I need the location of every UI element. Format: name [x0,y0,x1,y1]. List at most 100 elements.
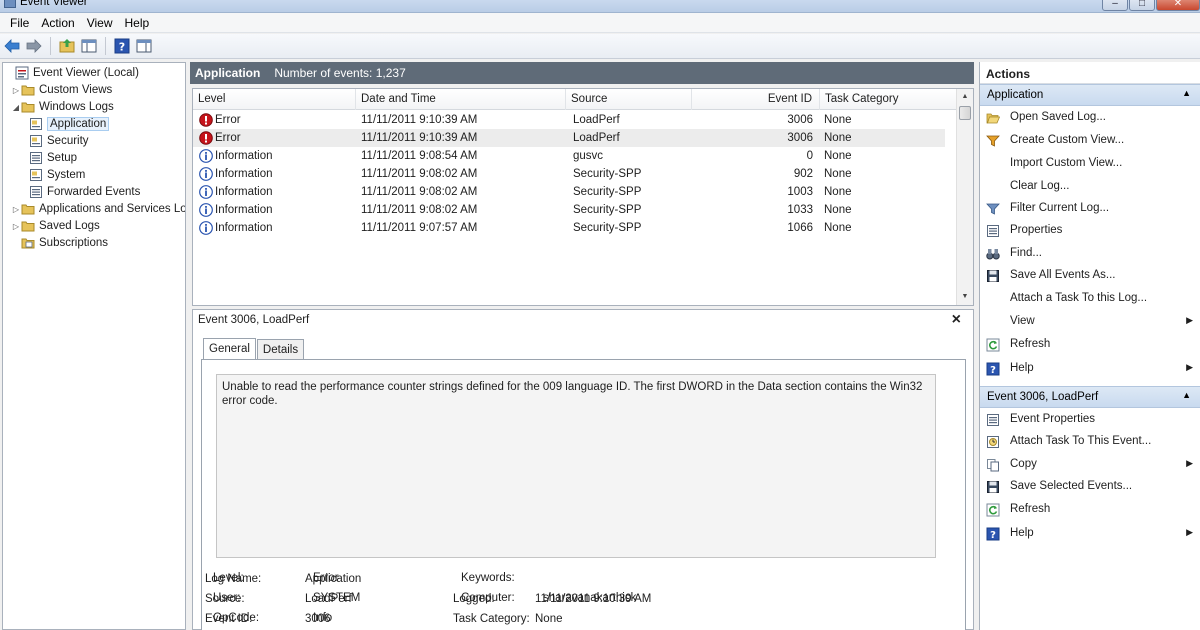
action-properties[interactable]: Properties [980,220,1200,242]
back-arrow-icon[interactable] [3,37,21,55]
table-row[interactable]: Error 11/11/2011 9:10:39 AM LoadPerf 300… [193,111,945,129]
prop-value-opcode: Info [313,612,333,624]
action-find[interactable]: Find... [980,243,1200,265]
help-icon[interactable]: ? [113,37,131,55]
tree-expander[interactable]: ▷ [11,222,21,231]
prop-value-computer: sharavanakarthick [543,592,637,604]
action-label: Create Custom View... [1010,134,1125,146]
close-window-button[interactable]: ✕ [1156,0,1200,11]
prop-value-task-category: None [535,613,563,625]
column-header-task-category[interactable]: Task Category [820,89,957,110]
column-header-level[interactable]: Level [193,89,356,110]
maximize-button[interactable]: □ [1129,0,1155,11]
cell-datetime: 11/11/2011 9:08:02 AM [361,168,478,180]
up-folder-icon[interactable] [58,37,76,55]
actions-section-event[interactable]: Event 3006, LoadPerf ▲ [980,386,1200,408]
tree-label: Windows Logs [39,101,114,113]
scroll-thumb[interactable] [959,106,971,120]
cell-source: Security-SPP [573,168,642,180]
action-clear-log[interactable]: Clear Log... [980,176,1200,198]
show-hide-console-tree-icon[interactable] [80,37,98,55]
tree-item-windows-logs[interactable]: ◢ Windows Logs [11,99,114,115]
collapse-caret-icon[interactable]: ▲ [1182,390,1191,400]
forward-arrow-icon[interactable] [25,37,43,55]
action-import-custom-view[interactable]: Import Custom View... [980,153,1200,175]
tree-item-security[interactable]: Security [29,133,89,149]
show-hide-action-pane-icon[interactable] [135,37,153,55]
properties-icon [987,225,999,237]
close-details-icon[interactable]: × [952,311,961,329]
table-row[interactable]: Information 11/11/2011 9:08:02 AM Securi… [193,183,945,201]
grid-scrollbar[interactable]: ▲ ▼ [956,89,973,305]
collapse-caret-icon[interactable]: ▲ [1182,88,1191,98]
cell-source: Security-SPP [573,204,642,216]
action-save-selected-events[interactable]: Save Selected Events... [980,476,1200,498]
column-header-event-id[interactable]: Event ID [692,89,820,110]
tree-item-subscriptions[interactable]: Subscriptions [21,235,108,251]
cell-event-id: 1003 [787,186,813,198]
tab-general[interactable]: General [203,338,256,360]
action-event-properties[interactable]: Event Properties [980,409,1200,431]
action-help[interactable]: ? Help ▶ [980,358,1200,380]
action-copy[interactable]: Copy ▶ [980,454,1200,476]
action-label: View [1010,315,1035,327]
action-save-all-events-as[interactable]: Save All Events As... [980,265,1200,287]
action-label: Filter Current Log... [1010,202,1110,214]
tree-expander[interactable]: ◢ [11,103,21,112]
tree-item-forwarded-events[interactable]: Forwarded Events [29,184,140,200]
tree-item-application[interactable]: Application [29,116,110,132]
actions-section-application[interactable]: Application ▲ [980,84,1200,106]
menu-action[interactable]: Action [35,16,80,30]
tree-label: Applications and Services Lo [39,203,186,215]
tab-details[interactable]: Details [256,339,305,360]
tree-expander[interactable]: ▷ [11,86,21,95]
action-help-event[interactable]: ? Help ▶ [980,523,1200,545]
action-view[interactable]: View ▶ [980,311,1200,333]
action-refresh[interactable]: Refresh [980,334,1200,356]
subscriptions-icon [21,236,35,250]
window-controls: – □ ✕ [1101,0,1200,11]
tree-item-saved-logs[interactable]: ▷ Saved Logs [11,218,100,234]
menu-view[interactable]: View [81,16,119,30]
log-icon [29,117,43,131]
table-row[interactable]: Information 11/11/2011 9:08:02 AM Securi… [193,165,945,183]
tree-expander[interactable]: ▷ [11,205,21,214]
binoculars-icon [986,249,1000,260]
svg-text:?: ? [119,41,125,54]
menu-help[interactable]: Help [119,16,156,30]
cell-task-category: None [824,204,852,216]
cell-task-category: None [824,132,852,144]
table-row[interactable]: Information 11/11/2011 9:07:57 AM Securi… [193,219,945,237]
action-refresh-event[interactable]: Refresh [980,499,1200,521]
action-open-saved-log[interactable]: Open Saved Log... [980,107,1200,129]
menu-file[interactable]: File [4,16,35,30]
log-name: Application [195,66,261,80]
cell-datetime: 11/11/2011 9:08:02 AM [361,204,478,216]
tree-item-setup[interactable]: Setup [29,150,77,166]
log-icon [29,134,43,148]
action-create-custom-view[interactable]: Create Custom View... [980,130,1200,152]
tree-item-event-viewer-local[interactable]: Event Viewer (Local) [5,65,139,81]
help-icon: ? [986,362,1000,376]
scroll-down-icon[interactable]: ▼ [957,289,973,305]
column-header-date-and-time[interactable]: Date and Time [356,89,566,110]
action-attach-task-to-event[interactable]: Attach Task To This Event... [980,431,1200,453]
cell-event-id: 3006 [787,132,813,144]
minimize-button[interactable]: – [1102,0,1128,11]
action-attach-task-to-log[interactable]: Attach a Task To this Log... [980,288,1200,310]
table-row[interactable]: Information 11/11/2011 9:08:54 AM gusvc … [193,147,945,165]
tree-label: Subscriptions [39,237,109,249]
event-description: Unable to read the performance counter s… [216,374,936,558]
action-filter-current-log[interactable]: Filter Current Log... [980,198,1200,220]
scroll-up-icon[interactable]: ▲ [957,89,973,105]
tree-item-custom-views[interactable]: ▷ Custom Views [11,82,112,98]
action-label: Copy [1010,458,1037,470]
prop-label-computer: Computer: [461,592,515,604]
log-icon [29,151,43,165]
table-row[interactable]: Information 11/11/2011 9:08:02 AM Securi… [193,201,945,219]
table-row[interactable]: Error 11/11/2011 9:10:39 AM LoadPerf 300… [193,129,945,147]
cell-task-category: None [824,114,852,126]
column-header-source[interactable]: Source [566,89,692,110]
tree-item-system[interactable]: System [29,167,85,183]
tree-item-applications-and-services-logs[interactable]: ▷ Applications and Services Lo [11,201,186,217]
